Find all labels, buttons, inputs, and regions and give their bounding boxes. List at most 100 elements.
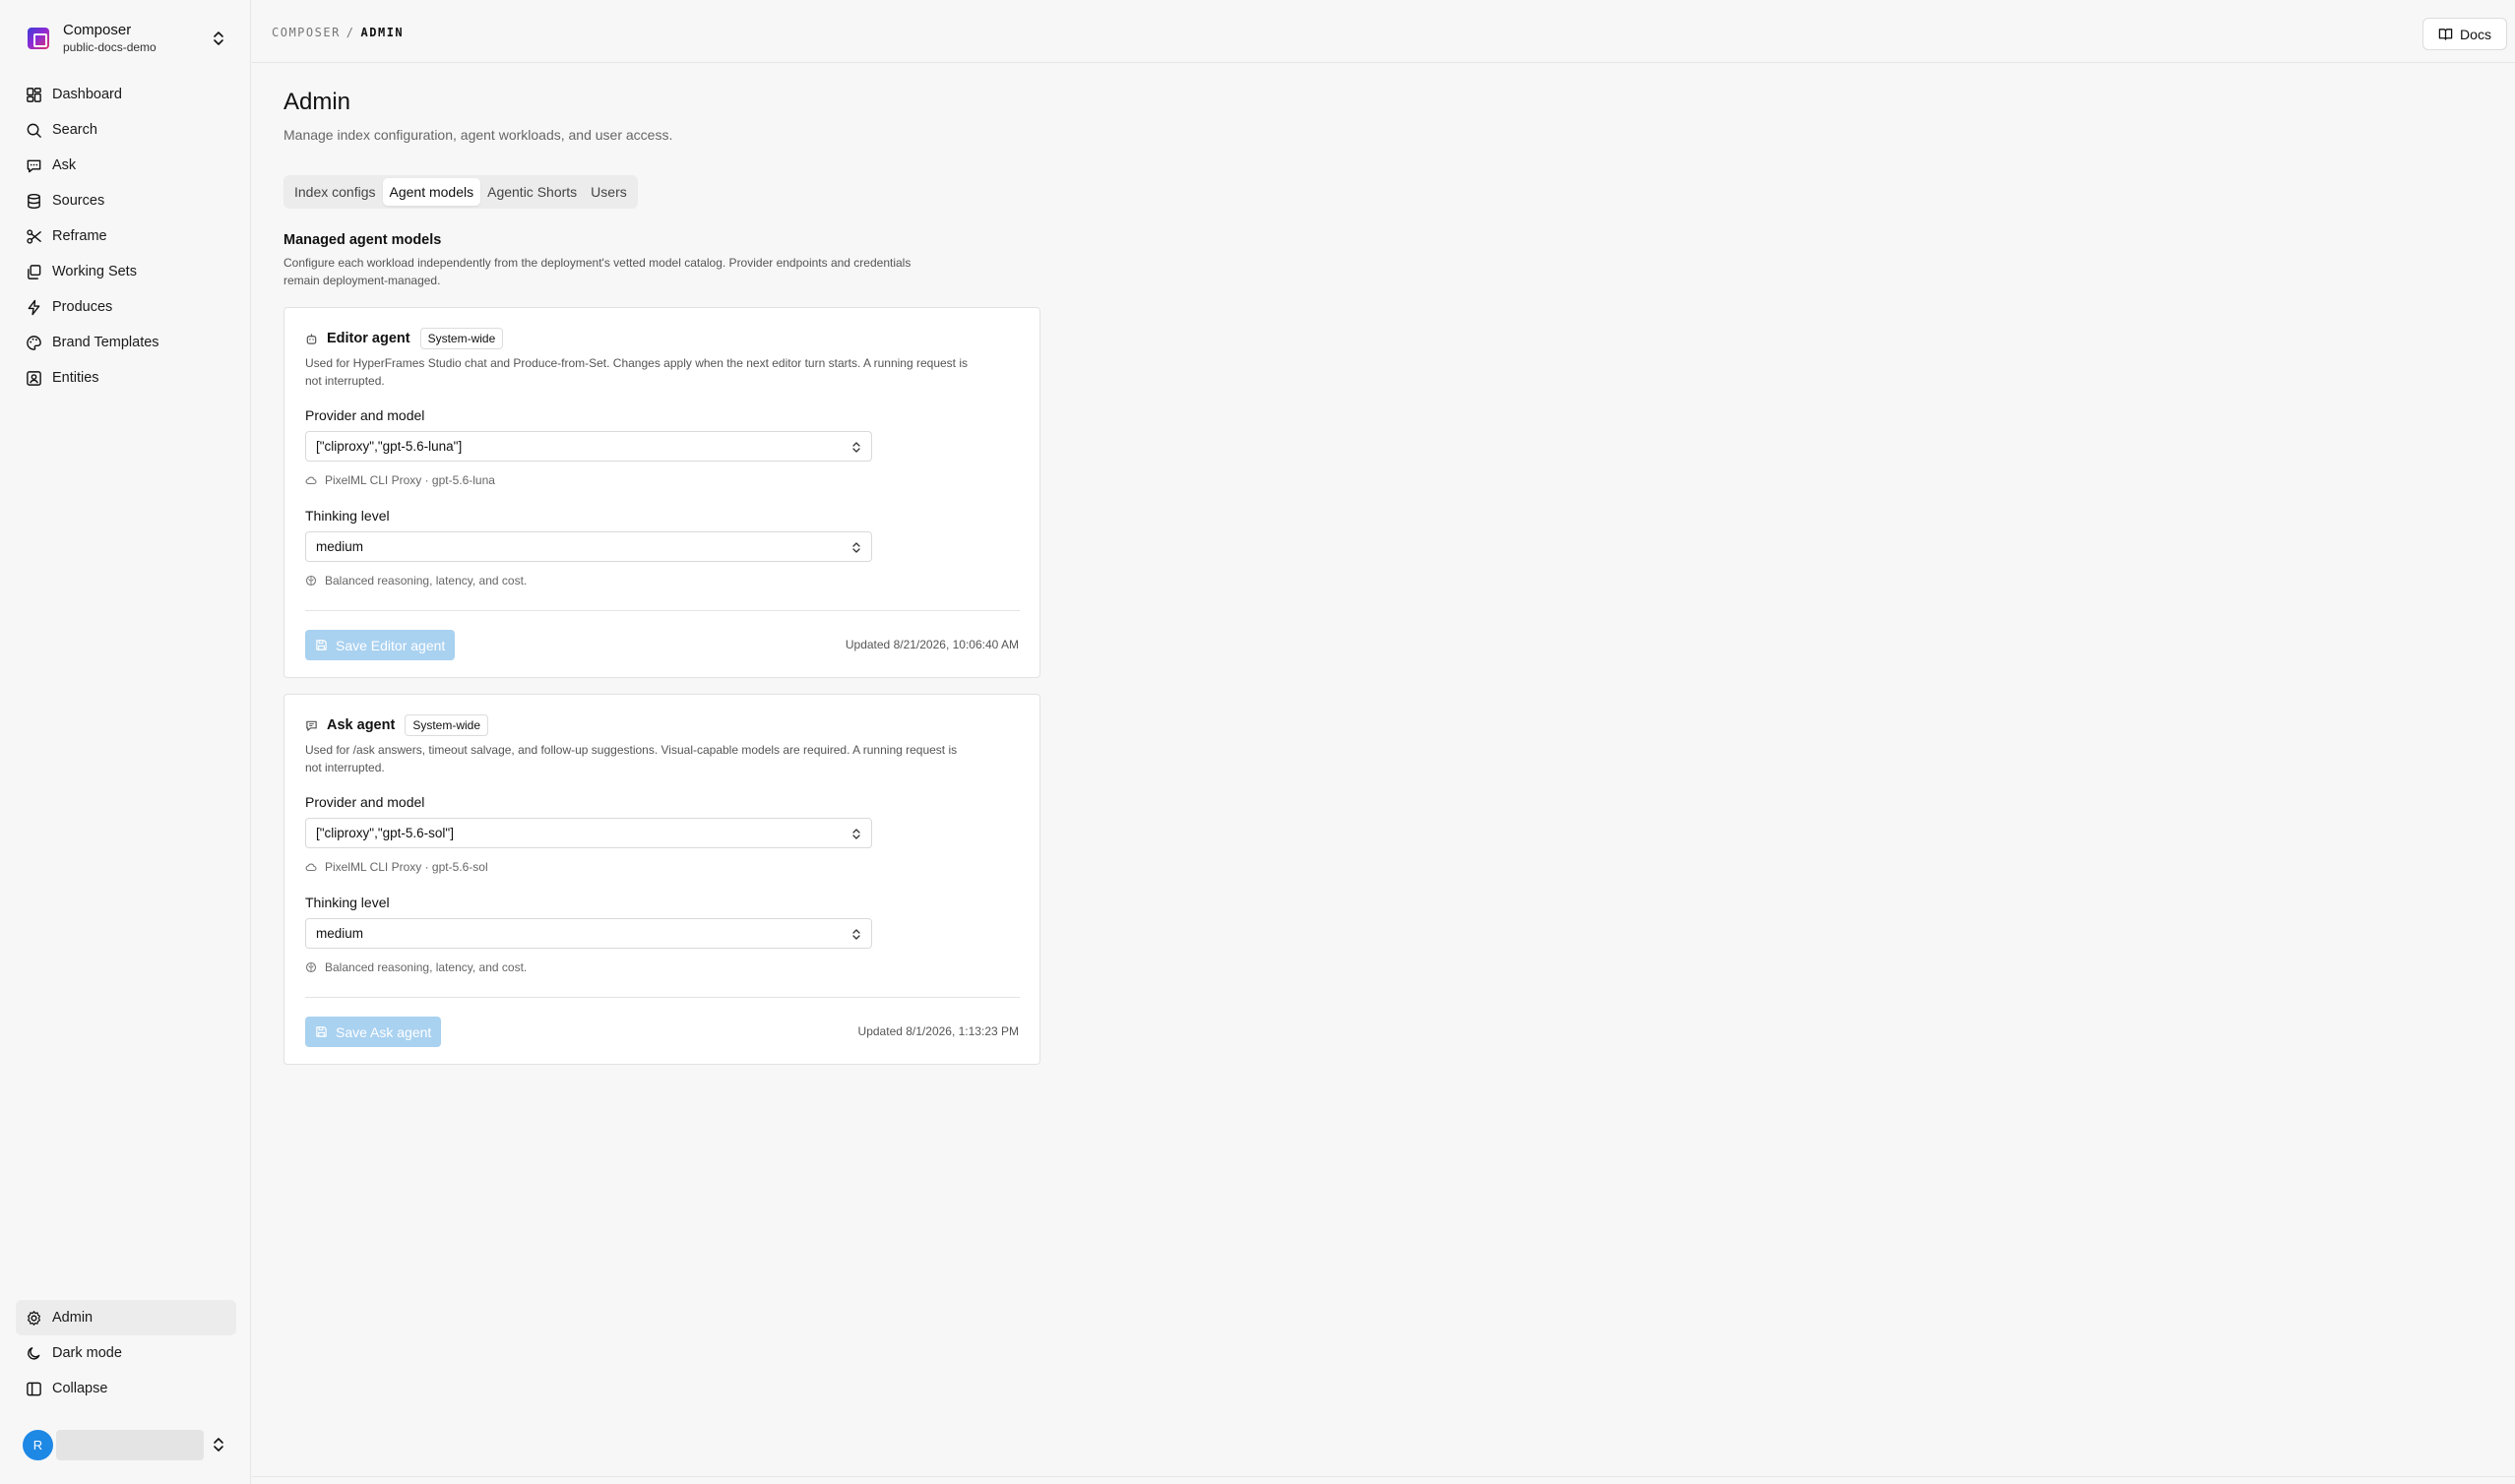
chevron-up-down-icon bbox=[852, 442, 860, 453]
gear-icon bbox=[28, 1310, 40, 1326]
save-icon bbox=[316, 1026, 327, 1037]
provider-model-value: ["cliproxy","gpt-5.6-luna"] bbox=[316, 439, 463, 454]
sidebar-item-label: Entities bbox=[52, 370, 99, 386]
scissors-icon bbox=[27, 228, 41, 244]
thinking-hint-text: Balanced reasoning, latency, and cost. bbox=[325, 574, 528, 587]
database-icon bbox=[28, 193, 40, 209]
breadcrumb-current: ADMIN bbox=[360, 26, 405, 39]
sidebar-item-reframe[interactable]: Reframe bbox=[16, 218, 236, 254]
sidebar-item-brand-templates[interactable]: Brand Templates bbox=[16, 325, 236, 360]
collapse-sidebar-button[interactable]: Collapse bbox=[16, 1371, 236, 1406]
book-open-icon bbox=[2438, 29, 2453, 40]
card-divider bbox=[305, 610, 1020, 611]
user-name-placeholder bbox=[56, 1429, 204, 1460]
card-divider bbox=[305, 997, 1020, 998]
chevron-up-down-icon bbox=[214, 1438, 223, 1452]
palette-icon bbox=[27, 335, 41, 350]
card-title: Editor agent bbox=[327, 331, 410, 346]
avatar: R bbox=[23, 1429, 53, 1460]
thinking-level-value: medium bbox=[316, 926, 364, 941]
provider-model-select[interactable]: ["cliproxy","gpt-5.6-luna"] bbox=[305, 431, 872, 462]
save-button-label: Save Editor agent bbox=[336, 637, 446, 653]
card-description: Used for HyperFrames Studio chat and Pro… bbox=[305, 356, 969, 388]
sidebar-item-working-sets[interactable]: Working Sets bbox=[16, 254, 236, 289]
docs-button[interactable]: Docs bbox=[2422, 18, 2507, 50]
layers-icon bbox=[28, 264, 41, 279]
dashboard-icon bbox=[27, 87, 41, 102]
save-editor-agent-button[interactable]: Save Editor agent bbox=[305, 630, 456, 660]
chevron-up-down-icon bbox=[852, 929, 860, 940]
scope-badge: System-wide bbox=[419, 328, 504, 349]
tab-users[interactable]: Users bbox=[584, 178, 634, 206]
sidebar-item-sources[interactable]: Sources bbox=[16, 183, 236, 218]
docs-label: Docs bbox=[2460, 26, 2491, 42]
updated-timestamp: Updated 8/21/2026, 10:06:40 AM bbox=[845, 638, 1019, 651]
chevron-up-down-icon bbox=[214, 31, 223, 45]
sidebar-item-label: Collapse bbox=[52, 1381, 108, 1396]
updated-timestamp: Updated 8/1/2026, 1:13:23 PM bbox=[857, 1024, 1019, 1038]
thinking-level-select[interactable]: medium bbox=[305, 918, 872, 949]
workspace-switcher[interactable]: Composer public-docs-demo bbox=[16, 14, 236, 63]
workspace-name: Composer bbox=[63, 22, 132, 38]
thinking-label: Thinking level bbox=[305, 895, 390, 910]
page-subtitle: Manage index configuration, agent worklo… bbox=[283, 127, 673, 143]
section-description: Configure each workload independently fr… bbox=[283, 256, 912, 287]
message-icon bbox=[306, 720, 317, 731]
sidebar-item-label: Reframe bbox=[52, 228, 107, 244]
scope-badge: System-wide bbox=[405, 714, 488, 736]
provider-hint: PixelML CLI Proxy · gpt-5.6-luna bbox=[305, 473, 495, 487]
breadcrumb-root[interactable]: COMPOSER bbox=[272, 26, 341, 39]
contact-icon bbox=[27, 370, 41, 386]
editor-agent-card: Editor agent System-wide Used for HyperF… bbox=[283, 307, 1040, 678]
thinking-level-select[interactable]: medium bbox=[305, 531, 872, 562]
page-title: Admin bbox=[283, 89, 351, 115]
sidebar-item-label: Working Sets bbox=[52, 264, 137, 279]
sidebar: Composer public-docs-demo Dashboard Sear… bbox=[0, 0, 251, 1484]
user-menu[interactable]: R bbox=[16, 1427, 236, 1462]
provider-model-value: ["cliproxy","gpt-5.6-sol"] bbox=[316, 826, 454, 840]
footer-divider bbox=[252, 1476, 2515, 1477]
provider-label: Provider and model bbox=[305, 407, 425, 423]
sidebar-item-ask[interactable]: Ask bbox=[16, 148, 236, 183]
sidebar-item-admin[interactable]: Admin bbox=[16, 1300, 236, 1335]
thinking-hint: Balanced reasoning, latency, and cost. bbox=[305, 960, 527, 974]
provider-label: Provider and model bbox=[305, 794, 425, 810]
sidebar-nav: Dashboard Search Ask Sources Reframe Wor… bbox=[16, 77, 236, 396]
chevron-up-down-icon bbox=[852, 542, 860, 553]
dark-mode-toggle[interactable]: Dark mode bbox=[16, 1335, 236, 1371]
breadcrumb-separator: / bbox=[346, 26, 355, 39]
section-title: Managed agent models bbox=[283, 232, 442, 248]
thinking-hint: Balanced reasoning, latency, and cost. bbox=[305, 574, 527, 587]
workspace-subtitle: public-docs-demo bbox=[63, 40, 157, 54]
sidebar-item-label: Dark mode bbox=[52, 1345, 122, 1361]
breadcrumb: COMPOSER / ADMIN bbox=[272, 26, 404, 39]
save-icon bbox=[316, 640, 327, 650]
tab-agent-models[interactable]: Agent models bbox=[382, 178, 481, 206]
provider-hint-text: PixelML CLI Proxy · gpt-5.6-sol bbox=[325, 860, 488, 874]
sidebar-item-label: Produces bbox=[52, 299, 113, 315]
bolt-icon bbox=[28, 299, 40, 315]
sidebar-bottom-nav: Admin Dark mode Collapse bbox=[16, 1300, 236, 1406]
ask-agent-card: Ask agent System-wide Used for /ask answ… bbox=[283, 694, 1040, 1065]
sidebar-item-label: Ask bbox=[52, 157, 77, 173]
chevron-up-down-icon bbox=[852, 829, 860, 839]
cloud-icon bbox=[305, 863, 317, 872]
provider-hint-text: PixelML CLI Proxy · gpt-5.6-luna bbox=[325, 473, 495, 487]
sidebar-item-search[interactable]: Search bbox=[16, 112, 236, 148]
tab-index-configs[interactable]: Index configs bbox=[287, 178, 383, 206]
sidebar-item-label: Sources bbox=[52, 193, 105, 209]
sidebar-item-produces[interactable]: Produces bbox=[16, 289, 236, 325]
save-ask-agent-button[interactable]: Save Ask agent bbox=[305, 1017, 442, 1047]
sidebar-item-dashboard[interactable]: Dashboard bbox=[16, 77, 236, 112]
sidebar-item-label: Dashboard bbox=[52, 87, 122, 102]
provider-model-select[interactable]: ["cliproxy","gpt-5.6-sol"] bbox=[305, 818, 872, 848]
brain-icon bbox=[305, 575, 317, 587]
sidebar-collapse-icon bbox=[27, 1382, 41, 1395]
brain-icon bbox=[305, 961, 317, 973]
topbar: COMPOSER / ADMIN Docs bbox=[252, 0, 2515, 63]
tab-agentic-shorts[interactable]: Agentic Shorts bbox=[480, 178, 584, 206]
chat-icon bbox=[27, 159, 41, 172]
sidebar-item-entities[interactable]: Entities bbox=[16, 360, 236, 396]
composer-logo bbox=[28, 28, 49, 49]
search-icon bbox=[27, 123, 41, 138]
